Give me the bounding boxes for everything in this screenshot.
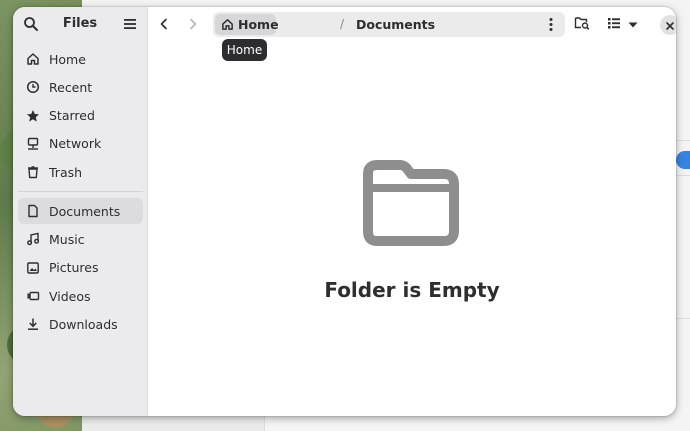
sidebar: Files Home Recent Starred Network Trash … bbox=[13, 7, 148, 416]
sidebar-item-label: Trash bbox=[49, 164, 83, 180]
header-bar: Home / Documents bbox=[148, 7, 676, 43]
breadcrumb-home-label: Home bbox=[238, 17, 279, 32]
document-icon bbox=[26, 204, 40, 218]
sidebar-item-label: Music bbox=[49, 231, 85, 247]
star-icon bbox=[26, 109, 40, 123]
tooltip: Home bbox=[222, 39, 267, 61]
background-divider bbox=[676, 140, 690, 141]
list-view-icon bbox=[606, 15, 622, 35]
empty-folder-icon bbox=[360, 160, 460, 246]
chevron-left-icon bbox=[157, 16, 171, 35]
sidebar-separator bbox=[18, 191, 143, 193]
sidebar-item-network[interactable]: Network bbox=[18, 131, 143, 157]
kebab-menu-icon[interactable] bbox=[543, 16, 559, 33]
sidebar-item-label: Pictures bbox=[49, 260, 99, 276]
sidebar-item-starred[interactable]: Starred bbox=[18, 103, 143, 129]
music-icon bbox=[26, 232, 40, 246]
forward-button[interactable] bbox=[182, 14, 204, 36]
sidebar-item-documents[interactable]: Documents bbox=[18, 198, 143, 225]
background-toggle bbox=[676, 151, 690, 169]
home-icon bbox=[221, 18, 234, 31]
sidebar-item-recent[interactable]: Recent bbox=[18, 74, 143, 100]
background-divider bbox=[676, 318, 690, 319]
caret-down-icon bbox=[627, 16, 639, 35]
sidebar-item-label: Documents bbox=[49, 203, 121, 219]
sidebar-item-music[interactable]: Music bbox=[18, 226, 143, 252]
sidebar-item-label: Home bbox=[49, 51, 86, 67]
search-in-folder-button[interactable] bbox=[571, 14, 593, 36]
chevron-right-icon bbox=[186, 16, 200, 35]
back-button[interactable] bbox=[153, 14, 175, 36]
video-icon bbox=[26, 289, 40, 303]
close-button[interactable] bbox=[660, 15, 676, 35]
path-bar: Home / Documents bbox=[213, 12, 565, 37]
network-icon bbox=[26, 137, 40, 151]
folder-search-icon bbox=[574, 15, 590, 35]
sidebar-header: Files bbox=[13, 7, 147, 41]
breadcrumb-separator: / bbox=[340, 17, 345, 31]
hamburger-menu-icon[interactable] bbox=[122, 16, 138, 32]
breadcrumb-current[interactable]: Documents bbox=[356, 17, 435, 32]
download-icon bbox=[26, 317, 40, 331]
close-icon bbox=[665, 16, 675, 35]
sidebar-item-label: Network bbox=[49, 136, 102, 152]
files-window: Files Home Recent Starred Network Trash … bbox=[13, 7, 676, 416]
sidebar-item-home[interactable]: Home bbox=[18, 46, 143, 72]
trash-icon bbox=[26, 165, 40, 179]
sidebar-item-downloads[interactable]: Downloads bbox=[18, 311, 143, 337]
view-options-dropdown[interactable] bbox=[622, 14, 644, 36]
sidebar-item-label: Recent bbox=[49, 79, 93, 95]
sidebar-item-videos[interactable]: Videos bbox=[18, 283, 143, 309]
home-icon bbox=[26, 52, 40, 66]
empty-state-message: Folder is Empty bbox=[324, 278, 500, 302]
clock-icon bbox=[26, 80, 40, 94]
sidebar-item-label: Downloads bbox=[49, 316, 118, 332]
sidebar-item-trash[interactable]: Trash bbox=[18, 159, 143, 185]
breadcrumb-home[interactable]: Home bbox=[215, 14, 279, 35]
background-divider bbox=[676, 175, 690, 176]
sidebar-item-label: Videos bbox=[49, 288, 91, 304]
sidebar-item-label: Starred bbox=[49, 108, 95, 124]
sidebar-list: Home Recent Starred Network Trash Docume… bbox=[18, 46, 143, 340]
picture-icon bbox=[26, 261, 40, 275]
sidebar-item-pictures[interactable]: Pictures bbox=[18, 255, 143, 281]
